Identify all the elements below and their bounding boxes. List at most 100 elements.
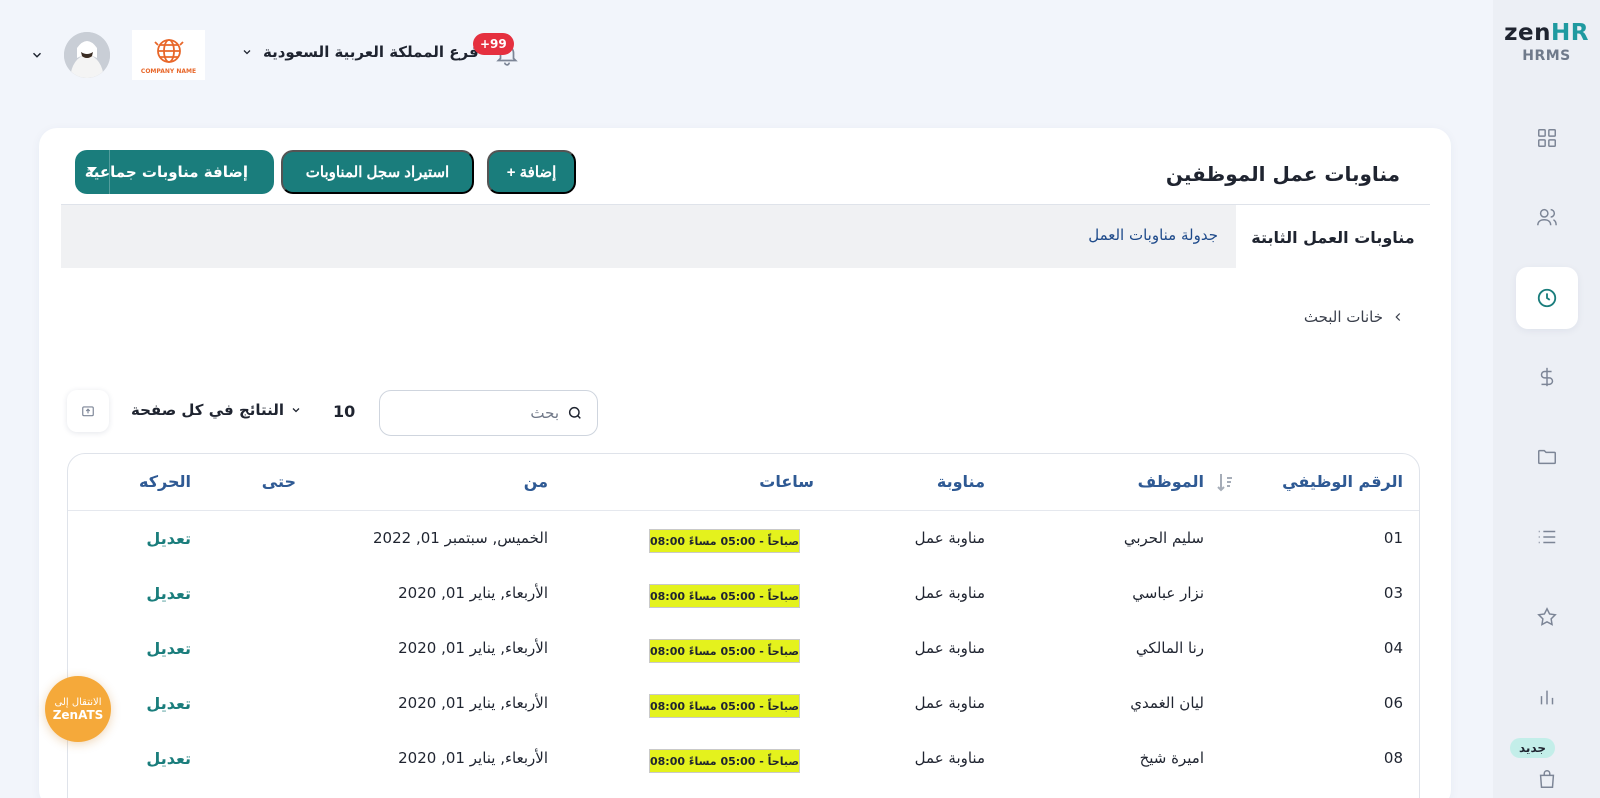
search-fields-label: خانات البحث [1303, 308, 1383, 326]
button-divider [109, 150, 110, 194]
list-icon [1538, 530, 1556, 544]
employee-name[interactable]: ليان الغمدي [1130, 694, 1204, 712]
employee-name[interactable]: رنا المالكي [1136, 639, 1204, 657]
folder-icon [1538, 449, 1556, 465]
shift-name: مناوبة عمل [914, 584, 985, 602]
shift-name: مناوبة عمل [914, 529, 985, 547]
col-from[interactable]: من [524, 472, 548, 491]
sidebar-item-payroll[interactable] [1516, 346, 1578, 408]
chevron-down-icon [292, 408, 300, 413]
tab-shift-schedule[interactable]: جدولة مناوبات العمل [1088, 226, 1218, 244]
start-date: الأربعاء, يناير 01, 2020 [398, 694, 548, 712]
edit-link[interactable]: تعديل [146, 694, 191, 713]
edit-link[interactable]: تعديل [146, 639, 191, 658]
sort-icon[interactable] [1216, 472, 1234, 492]
zenats-line2: ZenATS [52, 707, 104, 722]
employee-id: 01 [1383, 529, 1403, 547]
export-button[interactable] [67, 390, 109, 432]
zenats-switch-button[interactable]: الانتقال إلى ZenATS [45, 676, 111, 742]
per-page-selector[interactable]: النتائج في كل صفحة [131, 401, 302, 419]
col-employee[interactable]: الموظف [1138, 472, 1204, 491]
shifts-card: مناوبات عمل الموظفين + إضافة استيراد سجل… [39, 128, 1451, 798]
notification-count-badge[interactable]: +99 [473, 33, 514, 55]
logo-zen-text: zen [1504, 20, 1551, 46]
dashboard-grid-icon [1538, 129, 1556, 147]
zenhr-logo[interactable]: zenHR HRMS [1493, 20, 1600, 64]
table-row: 03 نزار عباسي مناوبة عمل 08:00 صباحاً - … [68, 566, 1419, 621]
shift-hours-badge: 08:00 صباحاً - 05:00 مساءً [649, 749, 800, 773]
table-row: 06 ليان الغمدي مناوبة عمل 08:00 صباحاً -… [68, 676, 1419, 731]
avatar[interactable] [64, 32, 110, 78]
col-action: الحركه [139, 472, 191, 491]
zenats-line1: الانتقال إلى [54, 696, 102, 708]
table-header: الرقم الوظيفي الموظف مناوبة ساعات من حتى… [68, 454, 1419, 511]
shift-hours-badge: 08:00 صباحاً - 05:00 مساءً [649, 694, 800, 718]
employee-id: 03 [1383, 584, 1403, 602]
shopping-bag-icon [1539, 770, 1555, 788]
employee-id: 08 [1383, 749, 1403, 767]
per-page-count[interactable]: 10 [333, 402, 355, 421]
shifts-table: الرقم الوظيفي الموظف مناوبة ساعات من حتى… [67, 453, 1420, 798]
chevron-down-icon [243, 50, 251, 55]
employee-id: 04 [1383, 639, 1403, 657]
sidebar-item-documents[interactable] [1516, 426, 1578, 488]
bar-chart-icon [1540, 690, 1554, 705]
import-shifts-button[interactable]: استيراد سجل المناوبات [281, 150, 474, 194]
logo-hr-text: HR [1550, 20, 1589, 46]
edit-link[interactable]: تعديل [146, 749, 191, 768]
start-date: الخميس, سبتمبر 01, 2022 [373, 529, 548, 547]
shift-name: مناوبة عمل [914, 694, 985, 712]
search-fields-toggle[interactable]: خانات البحث [1304, 308, 1405, 326]
search-input[interactable] [409, 404, 559, 422]
clock-icon [1537, 288, 1557, 308]
table-row: 04 رنا المالكي مناوبة عمل 08:00 صباحاً -… [68, 621, 1419, 676]
sidebar-item-marketplace[interactable] [1516, 748, 1578, 798]
tabs: مناوبات العمل الثابتة جدولة مناوبات العم… [61, 204, 1430, 269]
shift-name: مناوبة عمل [914, 639, 985, 657]
tab-fixed-shifts[interactable]: مناوبات العمل الثابتة [1236, 204, 1430, 269]
employee-id: 06 [1383, 694, 1403, 712]
add-button[interactable]: + إضافة [487, 150, 576, 194]
dropdown-caret-icon[interactable] [87, 167, 97, 173]
shift-hours-badge: 08:00 صباحاً - 05:00 مساءً [649, 639, 800, 663]
per-page-label: النتائج في كل صفحة [131, 401, 285, 419]
table-row: 01 سليم الحربي مناوبة عمل 08:00 صباحاً -… [68, 511, 1419, 566]
col-employee-id[interactable]: الرقم الوظيفي [1282, 472, 1403, 491]
sidebar-item-performance[interactable] [1516, 586, 1578, 648]
start-date: الأربعاء, يناير 01, 2020 [398, 639, 548, 657]
sidebar-item-attendance[interactable] [1516, 267, 1578, 329]
chevron-left-icon [1395, 313, 1401, 321]
employee-name[interactable]: اميرة شيخ [1140, 749, 1204, 767]
employee-name[interactable]: نزار عباسي [1132, 584, 1204, 602]
sidebar-item-reports[interactable] [1516, 666, 1578, 728]
export-icon [82, 406, 94, 417]
start-date: الأربعاء, يناير 01, 2020 [398, 749, 548, 767]
company-logo: COMPANY NAME [132, 30, 205, 80]
users-icon [1537, 208, 1557, 226]
shift-hours-badge: 08:00 صباحاً - 05:00 مساءً [649, 529, 800, 553]
col-to[interactable]: حتى [262, 472, 296, 491]
shift-hours-badge: 08:00 صباحاً - 05:00 مساءً [649, 584, 800, 608]
profile-menu-chevron-icon[interactable] [30, 47, 44, 66]
start-date: الأربعاء, يناير 01, 2020 [398, 584, 548, 602]
sidebar-item-employees[interactable] [1516, 186, 1578, 248]
search-box[interactable] [379, 390, 598, 436]
branch-selector[interactable]: فرع المملكة العربية السعودية [241, 43, 479, 61]
col-hours[interactable]: ساعات [759, 472, 814, 491]
branch-label: فرع المملكة العربية السعودية [263, 43, 479, 61]
bulk-add-shifts-button[interactable]: إضافة مناوبات جماعية [75, 150, 274, 194]
sidebar: zenHR HRMS جديد [1493, 0, 1600, 798]
sidebar-item-requests[interactable] [1516, 506, 1578, 568]
dollar-icon [1540, 367, 1554, 387]
star-icon [1537, 607, 1557, 626]
product-name: HRMS [1522, 48, 1571, 64]
page-title: مناوبات عمل الموظفين [1165, 162, 1400, 186]
sidebar-item-dashboard[interactable] [1516, 107, 1578, 169]
search-icon [568, 406, 581, 419]
shift-name: مناوبة عمل [914, 749, 985, 767]
col-shift[interactable]: مناوبة [937, 472, 985, 491]
company-name-text: COMPANY NAME [140, 67, 197, 75]
edit-link[interactable]: تعديل [146, 529, 191, 548]
edit-link[interactable]: تعديل [146, 584, 191, 603]
employee-name[interactable]: سليم الحربي [1124, 529, 1204, 547]
